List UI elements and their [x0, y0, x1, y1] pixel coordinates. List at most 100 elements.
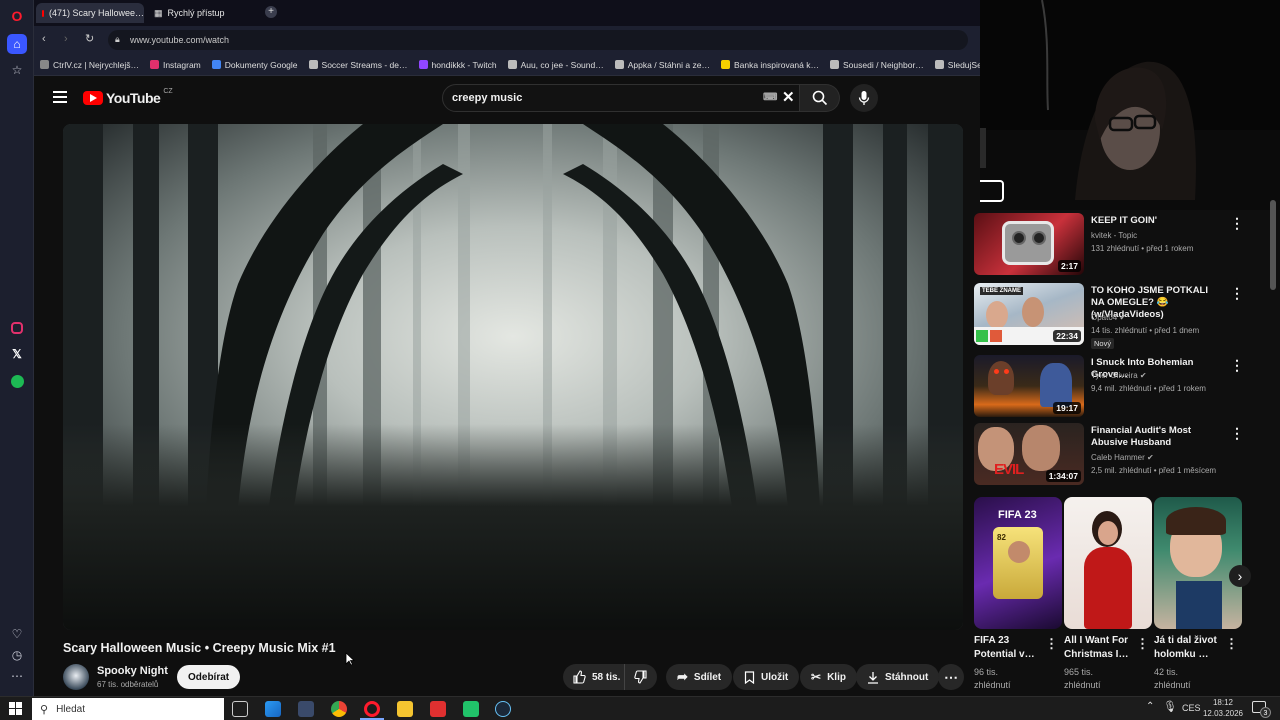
search-icon: [812, 90, 827, 106]
bookmark-item[interactable]: Sousedi / Neighbor…: [830, 60, 924, 70]
edge-icon[interactable]: [265, 701, 281, 717]
video-thumbnail[interactable]: 2:17: [974, 213, 1084, 275]
clock[interactable]: 18:12 12.03.2026: [1200, 697, 1246, 719]
recommendation-4[interactable]: EVIL 1:34:07 Financial Audit's Most Abus…: [974, 423, 1264, 487]
tab-youtube[interactable]: (471) Scary Hallowee…: [36, 3, 144, 23]
kebab-menu-icon[interactable]: ⋮: [1230, 285, 1244, 302]
short-thumbnail-2[interactable]: [1064, 497, 1152, 629]
channel-name[interactable]: kvitek - Topic: [1091, 231, 1137, 240]
steam-icon[interactable]: [495, 701, 511, 717]
windows-start-icon[interactable]: [9, 702, 22, 715]
short-thumbnail-3[interactable]: [1154, 497, 1242, 629]
back-icon[interactable]: ‹: [42, 33, 46, 45]
channel-name[interactable]: Spooky Night: [97, 665, 168, 677]
channel-name[interactable]: Caleb Hammer ✔: [1091, 453, 1154, 462]
heart-icon[interactable]: ♡: [7, 624, 27, 644]
bookmark-favicon-icon: [149, 60, 159, 69]
forward-icon[interactable]: ›: [64, 33, 68, 45]
bookmark-favicon-icon: [211, 60, 221, 69]
channel-name[interactable]: Opat04 ✔: [1091, 313, 1126, 322]
bookmark-item[interactable]: CtrlV.cz | Nejrychlejš…: [40, 60, 139, 70]
reload-icon[interactable]: ↻: [85, 32, 94, 45]
youtube-logo[interactable]: YouTube CZ: [83, 88, 173, 106]
kebab-menu-icon[interactable]: ⋮: [1045, 636, 1058, 652]
keyboard-icon[interactable]: ⌨: [763, 92, 777, 103]
app-icon-green[interactable]: [463, 701, 479, 717]
recommendation-2[interactable]: TEBE ZNAME 22:34 TO KOHO JSME POTKALI NA…: [974, 283, 1264, 349]
history-icon[interactable]: ◷: [7, 645, 27, 665]
opera-sidebar: O ⌂ ☆ 𝕏 ♡ ◷ ⋯: [0, 0, 34, 696]
scissors-icon: ✂: [811, 670, 822, 684]
clip-button[interactable]: ✂ Klip: [800, 664, 857, 690]
video-title[interactable]: Financial Audit's Most Abusive Husband: [1091, 425, 1221, 449]
tab-strip: (471) Scary Hallowee… ▦ Rychlý přístup +: [34, 0, 980, 26]
opera-icon[interactable]: [364, 701, 380, 717]
download-button[interactable]: Stáhnout: [856, 664, 940, 690]
more-actions-button[interactable]: ⋯: [938, 664, 964, 690]
short-thumbnail-1[interactable]: FIFA 23 82: [974, 497, 1062, 629]
bookmark-item[interactable]: Auu, co jee - Sound…: [507, 60, 604, 70]
subscribe-button[interactable]: Odebírat: [177, 665, 241, 689]
channel-name[interactable]: Tyler Oliveira ✔: [1091, 371, 1147, 380]
recommendation-1[interactable]: 2:17 KEEP IT GOIN' kvitek - Topic 131 zh…: [974, 213, 1264, 277]
page-scrollbar[interactable]: [1270, 200, 1276, 290]
file-explorer-icon[interactable]: [397, 701, 413, 717]
video-meta: 2,5 mil. zhlédnutí • před 1 měsícem: [1091, 466, 1217, 475]
bookmark-item[interactable]: Soccer Streams - de…: [308, 60, 408, 70]
save-button[interactable]: Uložit: [733, 664, 800, 690]
bookmark-item[interactable]: Appka / Stáhni a ze…: [614, 60, 710, 70]
video-thumbnail[interactable]: EVIL 1:34:07: [974, 423, 1084, 485]
download-label: Stáhnout: [885, 671, 929, 683]
dislike-button[interactable]: [625, 664, 657, 690]
video-title: Scary Halloween Music • Creepy Music Mix…: [63, 641, 336, 655]
kebab-menu-icon[interactable]: ⋮: [1230, 357, 1244, 374]
spotify-icon[interactable]: [7, 371, 27, 391]
task-view-icon[interactable]: [232, 701, 248, 717]
url-field[interactable]: 🔒︎ www.youtube.com/watch: [108, 30, 968, 50]
video-title[interactable]: KEEP IT GOIN': [1091, 215, 1221, 227]
tray-chevron-icon[interactable]: ⌃: [1146, 701, 1154, 712]
home-icon[interactable]: ⌂: [7, 34, 27, 54]
clear-search-icon[interactable]: ✕: [782, 88, 795, 106]
kebab-menu-icon[interactable]: ⋮: [1230, 425, 1244, 442]
video-meta: 14 tis. zhlédnutí • před 1 dnem: [1091, 326, 1200, 335]
kebab-menu-icon[interactable]: ⋮: [1136, 636, 1149, 652]
chrome-icon[interactable]: [331, 701, 347, 717]
bookmark-item[interactable]: Banka inspirovaná k…: [720, 60, 819, 70]
bookmark-item[interactable]: Dokumenty Google: [211, 60, 298, 70]
opera-logo-icon[interactable]: O: [7, 6, 27, 26]
kebab-menu-icon[interactable]: ⋮: [1225, 636, 1238, 652]
star-icon[interactable]: ☆: [7, 60, 27, 80]
app-icon-red[interactable]: [430, 701, 446, 717]
voice-search-button[interactable]: [850, 84, 878, 112]
subscriber-count: 67 tis. odběratelů: [97, 680, 159, 689]
microphone-tray-icon[interactable]: 🎙︎: [1163, 700, 1177, 713]
x-icon[interactable]: 𝕏: [7, 344, 27, 364]
shorts-next-arrow-icon[interactable]: ›: [1229, 565, 1251, 587]
more-icon[interactable]: ⋯: [7, 666, 27, 686]
new-tab-plus-icon[interactable]: +: [265, 6, 277, 18]
search-button[interactable]: [800, 84, 840, 112]
taskbar-search-input[interactable]: ⚲ Hledat: [32, 698, 224, 720]
short-title-1[interactable]: FIFA 23 Potential v…: [974, 634, 1054, 662]
share-button[interactable]: ➦ Sdílet: [666, 664, 733, 690]
recommendation-3[interactable]: 19:17 I Snuck Into Bohemian Grove… Tyler…: [974, 355, 1264, 419]
tab-quick-access[interactable]: ▦ Rychlý přístup: [148, 3, 258, 23]
video-thumbnail[interactable]: TEBE ZNAME 22:34: [974, 283, 1084, 345]
search-input[interactable]: creepy music ⌨ ✕: [442, 84, 800, 112]
bookmark-item[interactable]: Instagram: [149, 60, 201, 70]
like-button[interactable]: 58 tis.: [563, 664, 625, 690]
kebab-menu-icon[interactable]: ⋮: [1230, 215, 1244, 232]
hamburger-menu-icon[interactable]: [53, 91, 67, 103]
notification-center-icon[interactable]: 3: [1252, 701, 1271, 718]
short-title-2[interactable]: All I Want For Christmas I…: [1064, 634, 1144, 662]
instagram-icon[interactable]: [7, 318, 27, 338]
verified-check-icon: ✔: [1119, 313, 1127, 322]
store-icon[interactable]: [298, 701, 314, 717]
short-title-3[interactable]: Já ti dal život holomku …: [1154, 634, 1234, 662]
bookmark-item[interactable]: hondikkk - Twitch: [418, 60, 497, 70]
language-indicator[interactable]: CES: [1182, 703, 1201, 713]
channel-avatar[interactable]: [63, 664, 89, 690]
video-player[interactable]: [63, 124, 963, 630]
video-thumbnail[interactable]: 19:17: [974, 355, 1084, 417]
